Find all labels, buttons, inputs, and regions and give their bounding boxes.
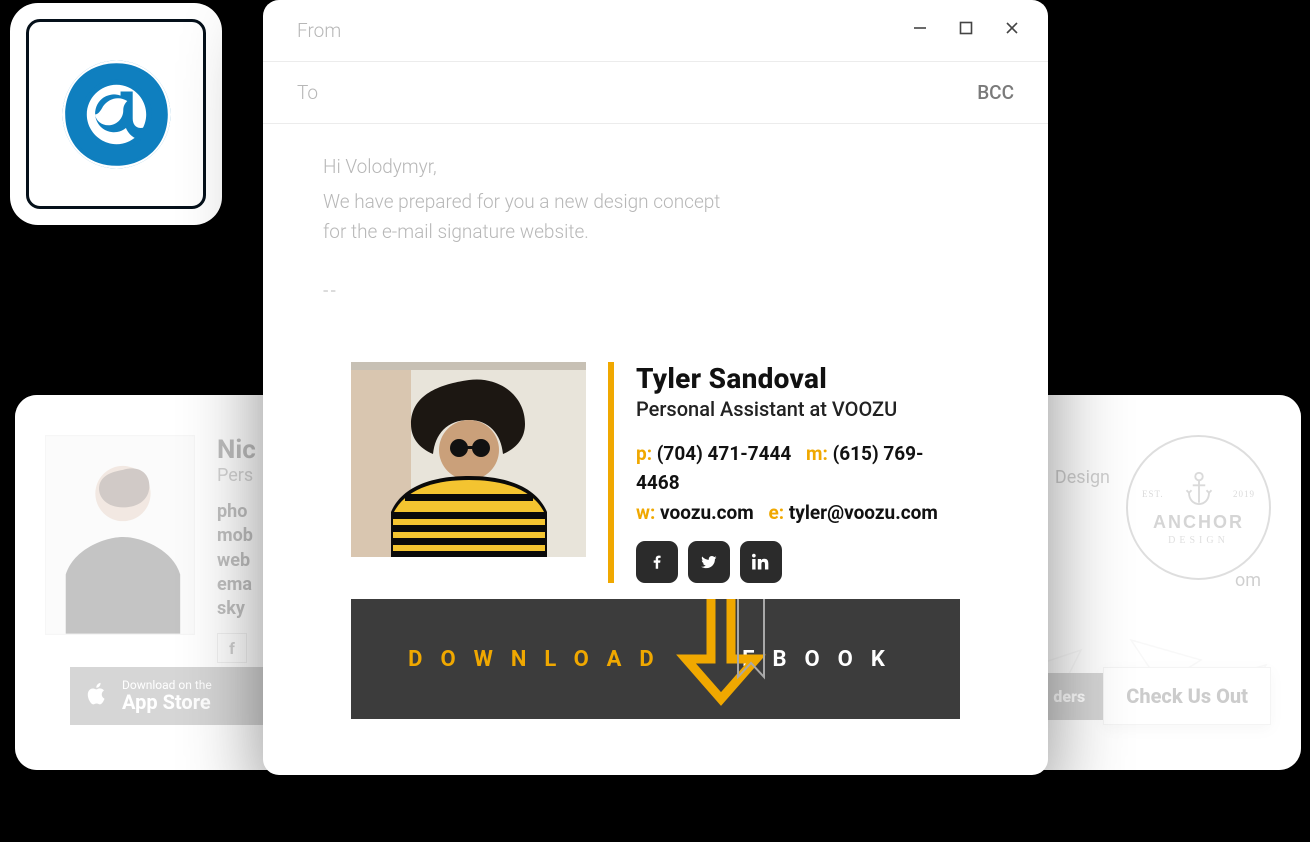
- signature-role: Personal Assistant at VOOZU: [636, 397, 960, 421]
- body-greeting: Hi Volodymyr,: [323, 152, 988, 181]
- anchor-brand: ANCHOR: [1153, 512, 1244, 533]
- apple-icon: [84, 680, 110, 713]
- twitter-icon: [700, 553, 718, 571]
- anchor-est: EST.: [1142, 489, 1164, 499]
- facebook-icon: [648, 553, 666, 571]
- to-label: To: [297, 81, 318, 104]
- window-minimize-icon[interactable]: [910, 18, 930, 38]
- anchor-brand-sub: DESIGN: [1168, 535, 1229, 546]
- banner-text-ebook: EBOOK: [742, 647, 903, 672]
- twitter-link[interactable]: [688, 541, 730, 583]
- facebook-link[interactable]: [636, 541, 678, 583]
- banner-text-download: DOWNLOAD: [408, 647, 671, 672]
- linkedin-icon: [752, 553, 770, 571]
- linkedin-link[interactable]: [740, 541, 782, 583]
- card-left-photo: [45, 435, 195, 635]
- anchor-logo: EST. 2019 ANCHOR DESIGN: [1126, 435, 1271, 580]
- signature-phones: p: (704) 471-7444 m: (615) 769-4468: [636, 439, 960, 498]
- download-ebook-banner[interactable]: DOWNLOAD EBOOK: [351, 599, 960, 719]
- from-label: From: [297, 19, 341, 42]
- card-left-facebook-icon[interactable]: f: [217, 633, 247, 663]
- bcc-button[interactable]: BCC: [977, 81, 1014, 104]
- anchor-icon: [1184, 470, 1214, 508]
- compose-body[interactable]: Hi Volodymyr, We have prepared for you a…: [263, 124, 1048, 306]
- signature-photo: [351, 362, 586, 557]
- card-right-tag: Design: [1055, 467, 1110, 488]
- mailbird-logo-frame: [26, 19, 206, 209]
- signature-web-email: w: voozu.com e: tyler@voozu.com: [636, 498, 960, 527]
- mailbird-logo-icon: [49, 47, 184, 182]
- card-right-om: om: [1235, 570, 1261, 591]
- window-close-icon[interactable]: [1002, 18, 1022, 38]
- card-right-check-us-out-button[interactable]: Check Us Out: [1103, 667, 1271, 725]
- appstore-badge[interactable]: Download on the App Store: [70, 667, 265, 725]
- window-maximize-icon[interactable]: [956, 18, 976, 38]
- body-message: We have prepared for you a new design co…: [323, 187, 733, 246]
- signature-name: Tyler Sandoval: [636, 362, 960, 395]
- to-field[interactable]: To BCC: [263, 62, 1048, 124]
- anchor-year: 2019: [1233, 489, 1255, 499]
- email-signature: Tyler Sandoval Personal Assistant at VOO…: [351, 362, 960, 719]
- appstore-bottom: App Store: [122, 691, 212, 713]
- signature-separator: --: [323, 276, 988, 305]
- compose-window: From To BCC Hi Volodymyr, We have prepar…: [263, 0, 1048, 775]
- mailbird-badge: [10, 3, 222, 225]
- signature-divider: [608, 362, 614, 583]
